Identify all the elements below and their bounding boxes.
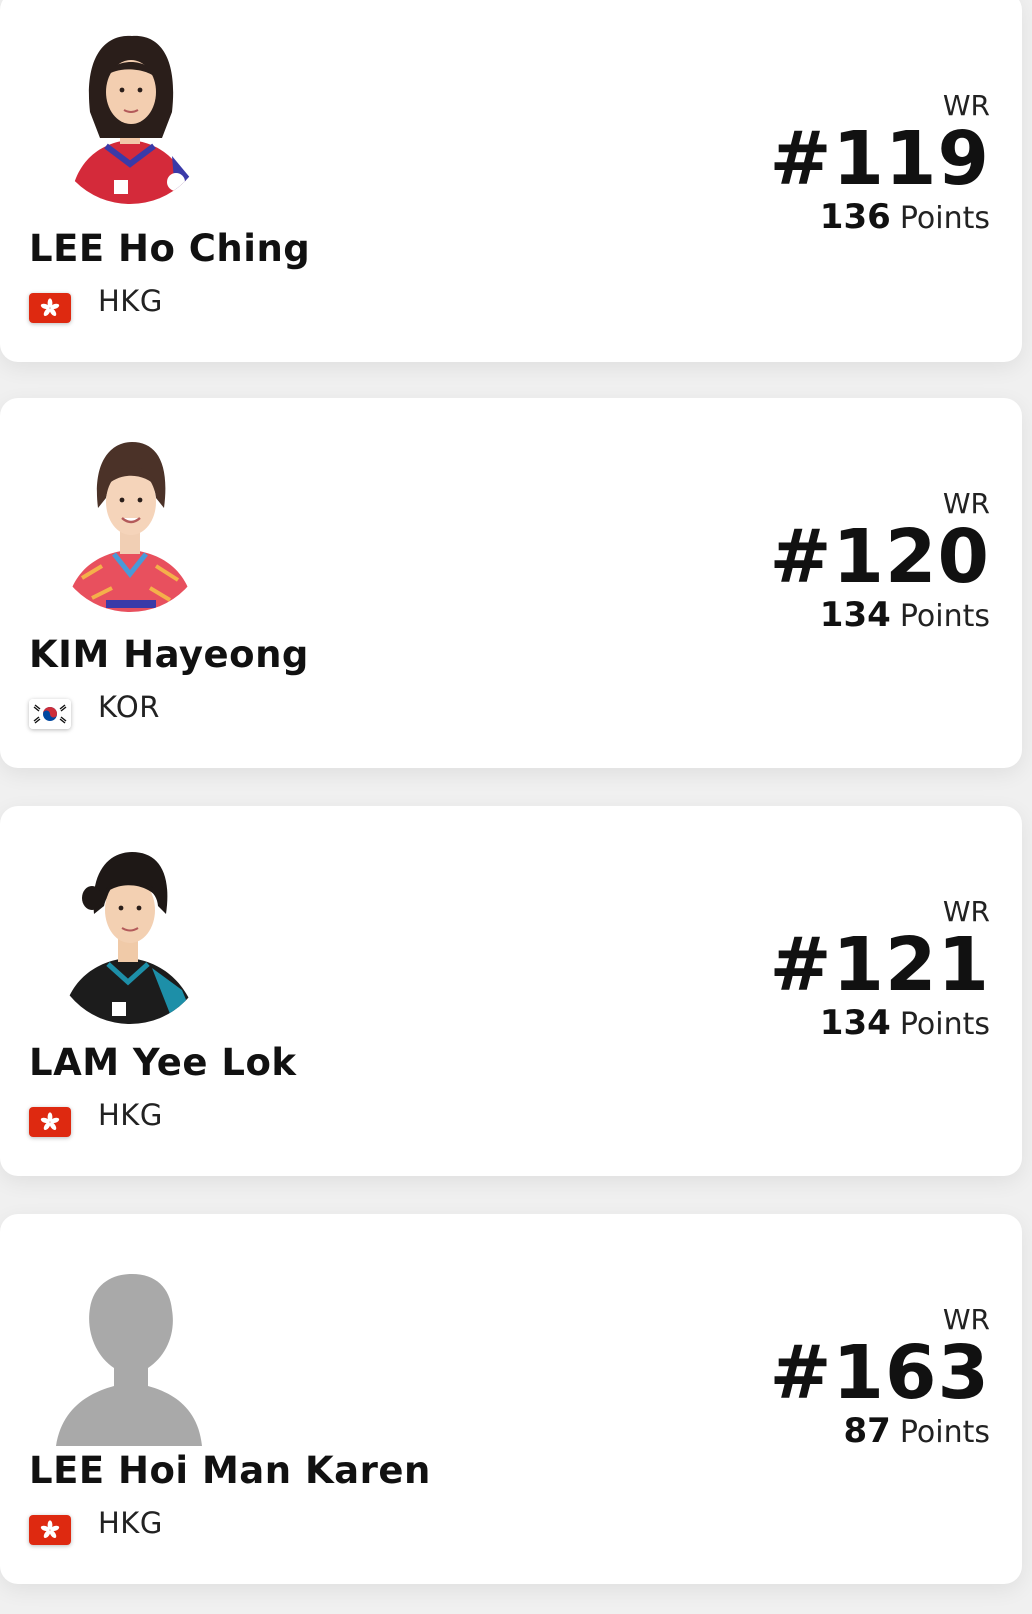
player-country: KOR [98, 690, 160, 724]
player-card[interactable]: KIM Hayeong KOR WR #120 134 Points [0, 398, 1022, 768]
points-label: Points [899, 201, 990, 236]
points-line: 134 Points [770, 1006, 990, 1040]
points-line: 136 Points [770, 200, 990, 234]
player-photo [52, 850, 208, 1024]
ranking-block: WR #121 134 Points [769, 898, 990, 1041]
player-card[interactable]: LEE Hoi Man Karen HKG WR #163 87 Points [0, 1214, 1022, 1584]
player-name[interactable]: LEE Hoi Man Karen [29, 1452, 431, 1489]
ranking-block: WR #119 136 Points [769, 92, 990, 235]
hong-kong-flag-icon [29, 1107, 71, 1137]
points-line: 134 Points [770, 598, 990, 632]
world-rank: #121 [769, 922, 990, 1008]
player-photo [52, 30, 208, 204]
points-label: Points [899, 599, 990, 634]
points-line: 87 Points [770, 1414, 990, 1448]
points-value: 87 [843, 1411, 891, 1451]
points-label: Points [899, 1007, 990, 1042]
hong-kong-flag-icon [29, 1515, 71, 1545]
player-country: HKG [98, 1098, 163, 1132]
player-name[interactable]: LAM Yee Lok [29, 1044, 296, 1081]
avatar-placeholder-icon [52, 1272, 208, 1446]
points-value: 134 [819, 595, 891, 635]
player-card[interactable]: LEE Ho Ching HKG WR #119 136 Points [0, 0, 1022, 362]
player-name[interactable]: LEE Ho Ching [29, 230, 310, 267]
points-value: 136 [819, 197, 891, 237]
world-rank: #163 [769, 1330, 990, 1416]
points-label: Points [899, 1415, 990, 1450]
player-country: HKG [98, 284, 163, 318]
world-rank: #119 [769, 116, 990, 202]
player-country: HKG [98, 1506, 163, 1540]
ranking-block: WR #120 134 Points [769, 490, 990, 633]
points-value: 134 [819, 1003, 891, 1043]
world-rank: #120 [769, 514, 990, 600]
hong-kong-flag-icon [29, 293, 71, 323]
player-name[interactable]: KIM Hayeong [29, 636, 309, 673]
player-card[interactable]: LAM Yee Lok HKG WR #121 134 Points [0, 806, 1022, 1176]
ranking-block: WR #163 87 Points [769, 1306, 990, 1449]
south-korea-flag-icon [29, 699, 71, 729]
player-photo [52, 438, 208, 612]
